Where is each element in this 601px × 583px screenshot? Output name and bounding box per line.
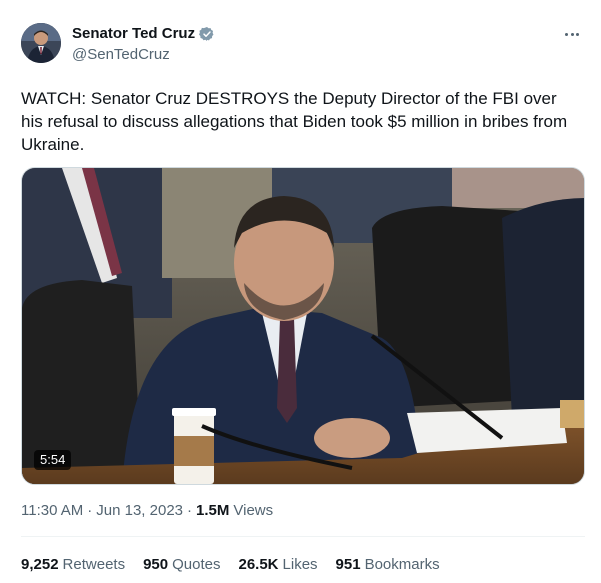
likes-label: Likes — [282, 556, 318, 573]
author-display-name[interactable]: Senator Ted Cruz — [72, 25, 195, 43]
quotes-label: Quotes — [172, 556, 221, 573]
tweet-card: Senator Ted Cruz @SenTedCruz WATCH: Sena… — [0, 0, 601, 583]
likes-stat[interactable]: 26.5K Likes — [238, 556, 317, 574]
divider — [21, 536, 585, 537]
views-count: 1.5M — [196, 502, 230, 519]
tweet-text: WATCH: Senator Cruz DESTROYS the Deputy … — [21, 89, 568, 154]
meta-separator: · — [187, 502, 193, 519]
tweet-meta: 11:30 AM · Jun 13, 2023 · 1.5M Views — [21, 502, 273, 520]
bookmarks-count: 951 — [335, 556, 361, 573]
views-label: Views — [233, 502, 274, 519]
tweet-time[interactable]: 11:30 AM — [21, 502, 83, 520]
video-duration: 5:54 — [34, 450, 72, 470]
quotes-stat[interactable]: 950 Quotes — [143, 556, 220, 574]
retweets-label: Retweets — [62, 556, 126, 573]
engagement-stats: 9,252 Retweets 950 Quotes 26.5K Likes 95… — [21, 556, 458, 574]
quotes-count: 950 — [143, 556, 169, 573]
bookmarks-label: Bookmarks — [364, 556, 440, 573]
likes-count: 26.5K — [238, 556, 279, 573]
retweets-stat[interactable]: 9,252 Retweets — [21, 556, 125, 574]
retweets-count: 9,252 — [21, 556, 59, 573]
meta-separator: · — [87, 502, 93, 519]
verified-badge-icon — [199, 26, 215, 42]
tweet-date[interactable]: Jun 13, 2023 — [96, 502, 183, 520]
more-options-icon[interactable] — [561, 25, 583, 43]
video-player[interactable]: 5:54 — [21, 167, 585, 485]
author-avatar[interactable] — [21, 23, 61, 63]
author-name-row: Senator Ted Cruz — [72, 25, 215, 43]
video-thumbnail — [22, 168, 584, 484]
bookmarks-stat[interactable]: 951 Bookmarks — [336, 556, 440, 574]
author-handle[interactable]: @SenTedCruz — [72, 46, 170, 64]
